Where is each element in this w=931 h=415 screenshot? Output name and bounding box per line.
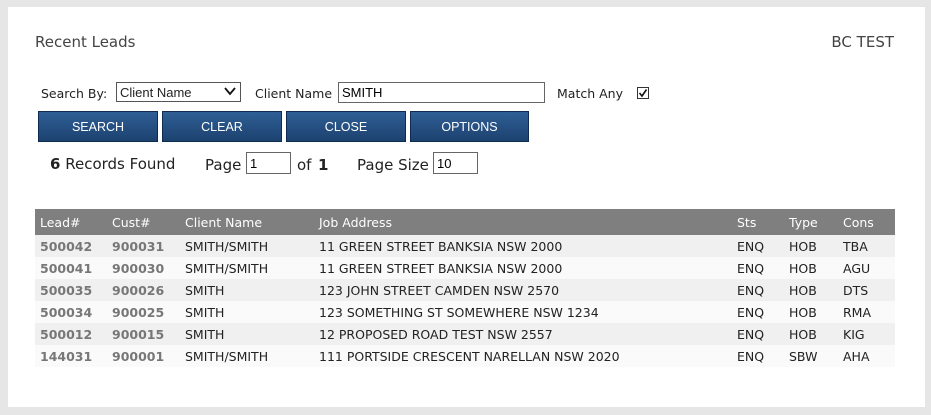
table-row[interactable]: 500035 900026 SMITH 123 JOHN STREET CAMD… (35, 279, 895, 301)
type-cell: HOB (784, 323, 838, 345)
page-size-label: Page Size (357, 156, 429, 174)
status-cell: ENQ (732, 323, 784, 345)
consultant-cell: KIG (838, 323, 895, 345)
leads-table: Lead# Cust# Client Name Job Address Sts … (35, 209, 895, 367)
records-found: 6 Records Found (50, 155, 175, 173)
records-count: 6 (50, 155, 61, 173)
consultant-cell: AGU (838, 257, 895, 279)
status-cell: ENQ (732, 235, 784, 257)
lead-number-link[interactable]: 500012 (35, 323, 107, 345)
options-button[interactable]: OPTIONS (410, 111, 529, 142)
total-pages: 1 (318, 156, 329, 174)
cust-number-link[interactable]: 900026 (107, 279, 180, 301)
job-address-cell: 11 GREEN STREET BANKSIA NSW 2000 (314, 257, 732, 279)
client-name-label: Client Name (255, 86, 333, 101)
account-name: BC TEST (831, 33, 894, 51)
consultant-cell: RMA (838, 301, 895, 323)
header-lead[interactable]: Lead# (35, 209, 107, 235)
header-cust[interactable]: Cust# (107, 209, 180, 235)
checkmark-icon (638, 89, 648, 98)
search-button[interactable]: SEARCH (38, 111, 158, 142)
table-row[interactable]: 500034 900025 SMITH 123 SOMETHING ST SOM… (35, 301, 895, 323)
lead-number-link[interactable]: 500035 (35, 279, 107, 301)
cust-number-link[interactable]: 900015 (107, 323, 180, 345)
page-label: Page (205, 156, 242, 174)
search-by-select[interactable]: Client Name (116, 82, 241, 102)
table-header-row: Lead# Cust# Client Name Job Address Sts … (35, 209, 895, 235)
status-cell: ENQ (732, 257, 784, 279)
client-name-cell: SMITH/SMITH (180, 235, 314, 257)
recent-leads-panel: Recent Leads BC TEST Search By: Client N… (8, 7, 925, 407)
cust-number-link[interactable]: 900030 (107, 257, 180, 279)
status-cell: ENQ (732, 279, 784, 301)
header-sts[interactable]: Sts (732, 209, 784, 235)
job-address-cell: 11 GREEN STREET BANKSIA NSW 2000 (314, 235, 732, 257)
job-address-cell: 111 PORTSIDE CRESCENT NARELLAN NSW 2020 (314, 345, 732, 367)
client-name-cell: SMITH/SMITH (180, 345, 314, 367)
job-address-cell: 12 PROPOSED ROAD TEST NSW 2557 (314, 323, 732, 345)
table-row[interactable]: 144031 900001 SMITH/SMITH 111 PORTSIDE C… (35, 345, 895, 367)
page-of-label: of (297, 156, 312, 174)
client-name-cell: SMITH/SMITH (180, 257, 314, 279)
match-any-checkbox[interactable] (637, 87, 649, 99)
table-row[interactable]: 500012 900015 SMITH 12 PROPOSED ROAD TES… (35, 323, 895, 345)
search-by-label: Search By: (41, 86, 108, 101)
lead-number-link[interactable]: 500041 (35, 257, 107, 279)
status-cell: ENQ (732, 301, 784, 323)
header-cons[interactable]: Cons (838, 209, 895, 235)
job-address-cell: 123 SOMETHING ST SOMEWHERE NSW 1234 (314, 301, 732, 323)
client-name-input[interactable] (338, 82, 545, 103)
type-cell: SBW (784, 345, 838, 367)
page-title: Recent Leads (35, 33, 136, 51)
lead-number-link[interactable]: 144031 (35, 345, 107, 367)
consultant-cell: TBA (838, 235, 895, 257)
consultant-cell: DTS (838, 279, 895, 301)
cust-number-link[interactable]: 900031 (107, 235, 180, 257)
type-cell: HOB (784, 301, 838, 323)
header-job-address[interactable]: Job Address (314, 209, 732, 235)
close-button[interactable]: CLOSE (286, 111, 406, 142)
job-address-cell: 123 JOHN STREET CAMDEN NSW 2570 (314, 279, 732, 301)
chevron-down-icon (224, 87, 236, 96)
type-cell: HOB (784, 279, 838, 301)
match-any-label: Match Any (557, 86, 623, 101)
consultant-cell: AHA (838, 345, 895, 367)
cust-number-link[interactable]: 900025 (107, 301, 180, 323)
header-client-name[interactable]: Client Name (180, 209, 314, 235)
lead-number-link[interactable]: 500034 (35, 301, 107, 323)
type-cell: HOB (784, 235, 838, 257)
client-name-cell: SMITH (180, 323, 314, 345)
cust-number-link[interactable]: 900001 (107, 345, 180, 367)
client-name-cell: SMITH (180, 279, 314, 301)
table-row[interactable]: 500041 900030 SMITH/SMITH 11 GREEN STREE… (35, 257, 895, 279)
table-row[interactable]: 500042 900031 SMITH/SMITH 11 GREEN STREE… (35, 235, 895, 257)
search-by-value: Client Name (120, 85, 192, 100)
clear-button[interactable]: CLEAR (162, 111, 282, 142)
lead-number-link[interactable]: 500042 (35, 235, 107, 257)
page-number-input[interactable] (246, 152, 291, 174)
status-cell: ENQ (732, 345, 784, 367)
client-name-cell: SMITH (180, 301, 314, 323)
type-cell: HOB (784, 257, 838, 279)
header-type[interactable]: Type (784, 209, 838, 235)
page-size-input[interactable] (433, 152, 478, 174)
records-found-label: Records Found (65, 155, 176, 173)
